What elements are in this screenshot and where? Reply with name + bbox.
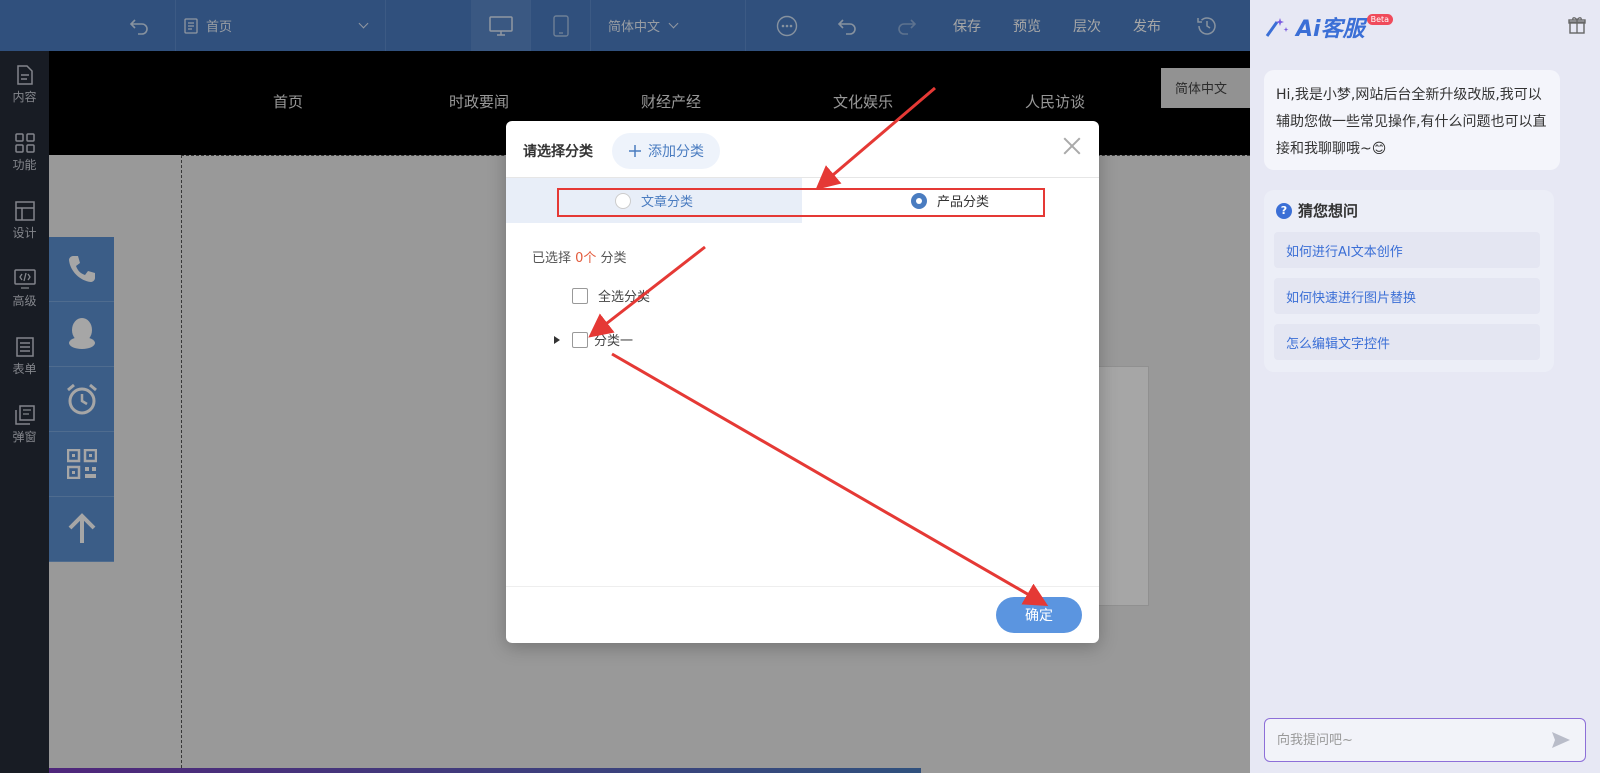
suggested-questions-label: 猜您想问	[1298, 202, 1359, 220]
suggested-question-item[interactable]: 如何进行AI文本创作	[1274, 232, 1540, 268]
ai-logo-text: Ai客服	[1296, 17, 1365, 42]
plus-icon	[629, 145, 641, 157]
suggested-question-item[interactable]: 如何快速进行图片替换	[1274, 278, 1540, 314]
category-one-checkbox[interactable]	[572, 331, 588, 348]
category-one-label: 分类一	[594, 334, 634, 349]
radio-article[interactable]	[614, 192, 631, 209]
selected-count: 0个	[575, 251, 597, 266]
dialog-title: 请选择分类	[523, 144, 593, 160]
category-type-tabs: 文章分类 产品分类	[506, 178, 1099, 223]
ai-logo: Ai客服 Beta	[1264, 12, 1394, 42]
selected-count-text: 已选择 0个 分类	[532, 247, 627, 266]
ai-chat-input-box	[1264, 718, 1586, 762]
suggested-question-item[interactable]: 怎么编辑文字控件	[1274, 324, 1540, 360]
add-category-button[interactable]: 添加分类	[612, 133, 720, 169]
select-all-checkbox[interactable]	[572, 287, 588, 304]
select-all-label: 全选分类	[598, 290, 651, 305]
ai-greeting-message: Hi,我是小梦,网站后台全新升级改版,我可以辅助您做一些常见操作,有什么问题也可…	[1264, 70, 1560, 170]
category-tree-item[interactable]: 分类一	[554, 330, 633, 349]
category-select-dialog: 请选择分类 添加分类 文章分类 产品分类 已选择 0个 分类 全选分类 分类一 …	[506, 121, 1099, 643]
selected-suffix: 分类	[596, 251, 627, 266]
magic-wand-icon	[1265, 18, 1289, 37]
confirm-button[interactable]: 确定	[996, 597, 1082, 633]
suggested-questions-card: ? 猜您想问 如何进行AI文本创作 如何快速进行图片替换 怎么编辑文字控件	[1264, 190, 1554, 372]
tab-article-label: 文章分类	[640, 195, 693, 210]
radio-product[interactable]	[910, 192, 927, 209]
tab-product-category[interactable]: 产品分类	[802, 178, 1098, 223]
tab-article-category[interactable]: 文章分类	[506, 178, 802, 223]
gift-icon[interactable]	[1568, 16, 1586, 34]
question-icon: ?	[1276, 202, 1292, 219]
beta-badge: Beta	[1366, 13, 1394, 25]
close-icon[interactable]	[1061, 135, 1083, 157]
tab-product-label: 产品分类	[936, 195, 989, 210]
selected-prefix: 已选择	[532, 251, 576, 266]
ai-assistant-panel: Ai客服 Beta Hi,我是小梦,网站后台全新升级改版,我可以辅助您做一些常见…	[1250, 0, 1600, 773]
divider	[506, 586, 1099, 587]
ai-chat-input[interactable]	[1265, 720, 1535, 760]
send-icon[interactable]	[1551, 731, 1571, 749]
select-all-checkbox-row[interactable]: 全选分类	[572, 286, 650, 305]
suggested-questions-title: ? 猜您想问	[1276, 200, 1358, 221]
add-category-label: 添加分类	[648, 144, 704, 160]
expand-caret-icon[interactable]	[554, 335, 560, 344]
